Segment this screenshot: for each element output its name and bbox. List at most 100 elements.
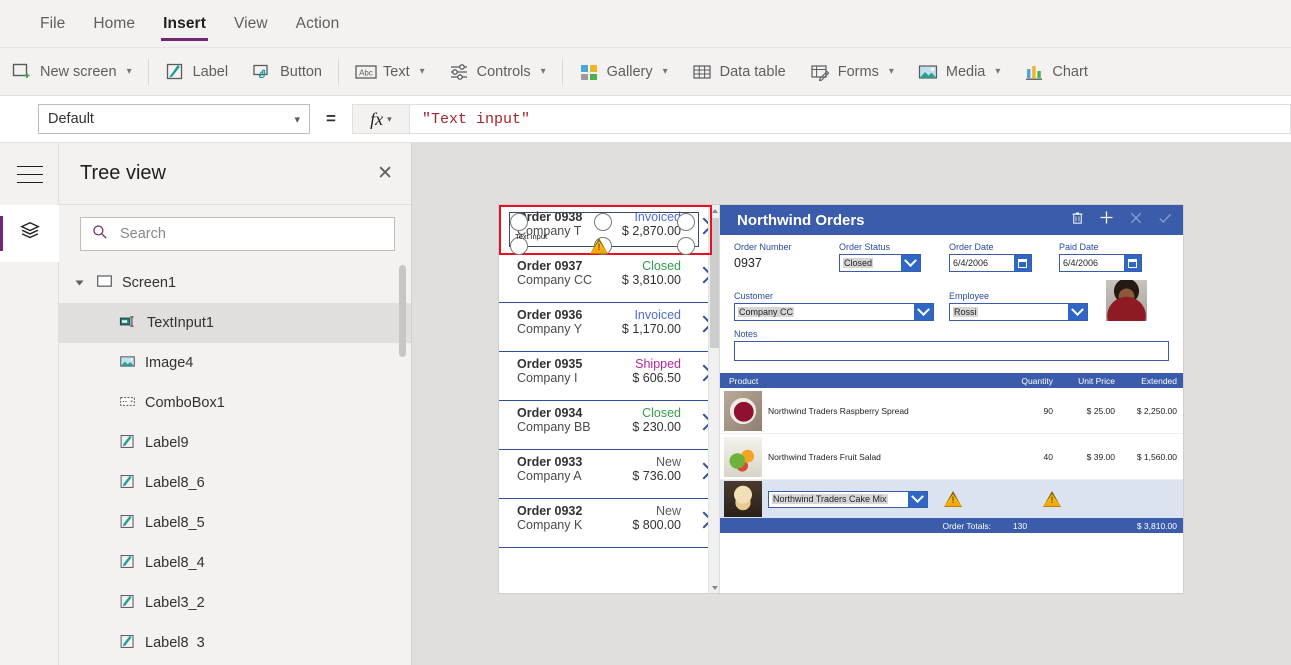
menu-item-file[interactable]: File — [26, 1, 79, 47]
menu-item-insert[interactable]: Insert — [149, 1, 220, 47]
menu-item-view[interactable]: View — [220, 1, 282, 47]
tree-item-label8-6[interactable]: Label8_6 — [59, 463, 411, 503]
hamburger-menu-button[interactable] — [0, 143, 59, 205]
resize-handle-top-left[interactable] — [510, 213, 528, 231]
tree-item-combobox1[interactable]: ComboBox1 — [59, 383, 411, 423]
close-icon[interactable]: ✕ — [377, 164, 393, 183]
check-icon[interactable] — [1157, 210, 1173, 231]
order-totals-row: Order Totals: 130 $ 3,810.00 — [720, 518, 1183, 533]
new-product-combobox[interactable]: Northwind Traders Cake Mix — [768, 490, 928, 508]
expand-caret-icon[interactable] — [77, 278, 87, 288]
trash-icon[interactable] — [1070, 210, 1085, 230]
scroll-up-arrow-icon[interactable] — [709, 205, 719, 216]
employee-combobox[interactable]: Rossi — [949, 303, 1088, 321]
ribbon-gallery[interactable]: Gallery ▾ — [567, 55, 680, 89]
orders-gallery[interactable]: Order 0938 Invoiced Company T $ 2,870.00 — [499, 205, 720, 593]
ribbon-new-screen[interactable]: New screen ▾ — [0, 55, 144, 89]
rail-item-tree-view[interactable] — [0, 205, 59, 262]
ribbon-button-label: Button — [280, 63, 322, 80]
tree-item-label8-4[interactable]: Label8_4 — [59, 543, 411, 583]
media-image-icon — [918, 62, 938, 82]
tree-list: Screen1 TextInput1 Image4 ComboBox1 Labe… — [59, 263, 411, 649]
tree-item-image4[interactable]: Image4 — [59, 343, 411, 383]
gallery-row[interactable]: Order 0936 Invoiced Company Y $ 1,170.00 — [499, 303, 719, 352]
chevron-down-icon[interactable] — [914, 304, 933, 320]
paid-date-picker[interactable]: 6/4/2006 — [1059, 254, 1142, 272]
col-quantity: Quantity — [1021, 375, 1053, 386]
new-product-row[interactable]: Northwind Traders Cake Mix — [720, 480, 1183, 518]
product-thumbnail — [724, 436, 762, 477]
ribbon-button[interactable]: Button — [240, 55, 334, 89]
tree-view-panel: Tree view ✕ Search Screen1 TextInput1 Im… — [59, 143, 412, 665]
field-customer: Customer Company CC — [734, 291, 949, 321]
gallery-row[interactable]: Order 0935 Shipped Company I $ 606.50 — [499, 352, 719, 401]
ribbon-data-table[interactable]: Data table — [680, 55, 798, 89]
order-status-value: Closed — [843, 258, 874, 268]
gallery-amount: $ 230.00 — [632, 420, 681, 434]
gallery-row[interactable]: Order 0937 Closed Company CC $ 3,810.00 — [499, 254, 719, 303]
warning-icon[interactable] — [944, 491, 962, 507]
gallery-amount: $ 736.00 — [632, 469, 681, 483]
ribbon-media[interactable]: Media ▾ — [906, 55, 1013, 89]
tree-item-label: ComboBox1 — [145, 395, 225, 411]
formula-input[interactable]: "Text input" — [409, 104, 1291, 134]
chevron-down-icon[interactable] — [1068, 304, 1087, 320]
product-row[interactable]: Northwind Traders Raspberry Spread 90 $ … — [720, 388, 1183, 434]
resize-handle-bottom-right[interactable] — [677, 237, 695, 255]
calendar-icon[interactable] — [1014, 255, 1031, 271]
field-notes: Notes — [734, 329, 1169, 361]
gallery-scrollbar[interactable] — [708, 205, 719, 593]
notes-input[interactable] — [734, 341, 1169, 361]
warning-icon[interactable] — [590, 238, 608, 254]
tree-item-textinput1[interactable]: TextInput1 — [59, 303, 411, 343]
gallery-row[interactable]: Order 0934 Closed Company BB $ 230.00 — [499, 401, 719, 450]
ribbon-media-label: Media — [945, 63, 986, 80]
chevron-down-icon[interactable] — [901, 255, 920, 271]
detail-title: Northwind Orders — [737, 211, 865, 229]
resize-handle-top-right[interactable] — [677, 213, 695, 231]
ribbon-forms[interactable]: Forms ▾ — [798, 55, 906, 89]
tree-scrollbar[interactable] — [398, 265, 406, 647]
ribbon-controls[interactable]: Controls ▾ — [437, 55, 558, 89]
ribbon-chart-label: Chart — [1052, 63, 1088, 80]
tree-item-label8-5[interactable]: Label8_5 — [59, 503, 411, 543]
calendar-icon[interactable] — [1124, 255, 1141, 271]
order-status-combobox[interactable]: Closed — [839, 254, 921, 272]
scroll-down-arrow-icon[interactable] — [709, 582, 720, 593]
order-totals-extended: $ 3,810.00 — [1136, 520, 1177, 531]
label-icon — [119, 633, 136, 650]
fx-button[interactable]: fx ▾ — [351, 104, 410, 134]
app-canvas[interactable]: Order 0938 Invoiced Company T $ 2,870.00 — [412, 143, 1291, 665]
customer-combobox[interactable]: Company CC — [734, 303, 934, 321]
menu-item-action[interactable]: Action — [282, 1, 354, 47]
product-table-header: Product Quantity Unit Price Extended — [720, 373, 1183, 388]
gallery-row[interactable]: Order 0933 New Company A $ 736.00 — [499, 450, 719, 499]
search-box[interactable] — [80, 217, 395, 251]
gallery-row[interactable]: Order 0938 Invoiced Company T $ 2,870.00 — [499, 205, 719, 255]
warning-icon[interactable] — [1043, 491, 1061, 507]
tree-item-screen1[interactable]: Screen1 — [59, 263, 411, 303]
product-thumbnail — [724, 481, 762, 517]
ribbon-text[interactable]: Abc Text ▾ — [343, 55, 437, 89]
tree-item-label3-2[interactable]: Label3_2 — [59, 583, 411, 623]
order-detail-form: Northwind Orders Order Number 0937 Order… — [720, 205, 1183, 593]
search-input[interactable] — [118, 225, 383, 243]
tree-item-label8-3[interactable]: Label8_3 — [59, 623, 411, 649]
tree-item-label: Label8_3 — [145, 635, 205, 649]
chevron-down-icon[interactable] — [908, 491, 927, 507]
tree-scrollbar-thumb[interactable] — [399, 265, 406, 357]
plus-icon[interactable] — [1098, 209, 1115, 231]
menu-item-home[interactable]: Home — [79, 1, 149, 47]
close-x-icon[interactable] — [1128, 210, 1144, 231]
gallery-row[interactable]: Order 0932 New Company K $ 800.00 — [499, 499, 719, 548]
left-rail — [0, 143, 59, 665]
order-date-picker[interactable]: 6/4/2006 — [949, 254, 1032, 272]
tree-item-label9[interactable]: Label9 — [59, 423, 411, 463]
field-label: Notes — [734, 329, 758, 339]
product-row[interactable]: Northwind Traders Fruit Salad 40 $ 39.00… — [720, 434, 1183, 480]
gallery-scrollbar-thumb[interactable] — [710, 218, 719, 348]
resize-handle-top-center[interactable] — [594, 213, 612, 231]
property-selector[interactable]: Default ▾ — [38, 104, 310, 134]
ribbon-chart[interactable]: Chart — [1012, 55, 1099, 89]
ribbon-label[interactable]: Label — [153, 55, 240, 89]
